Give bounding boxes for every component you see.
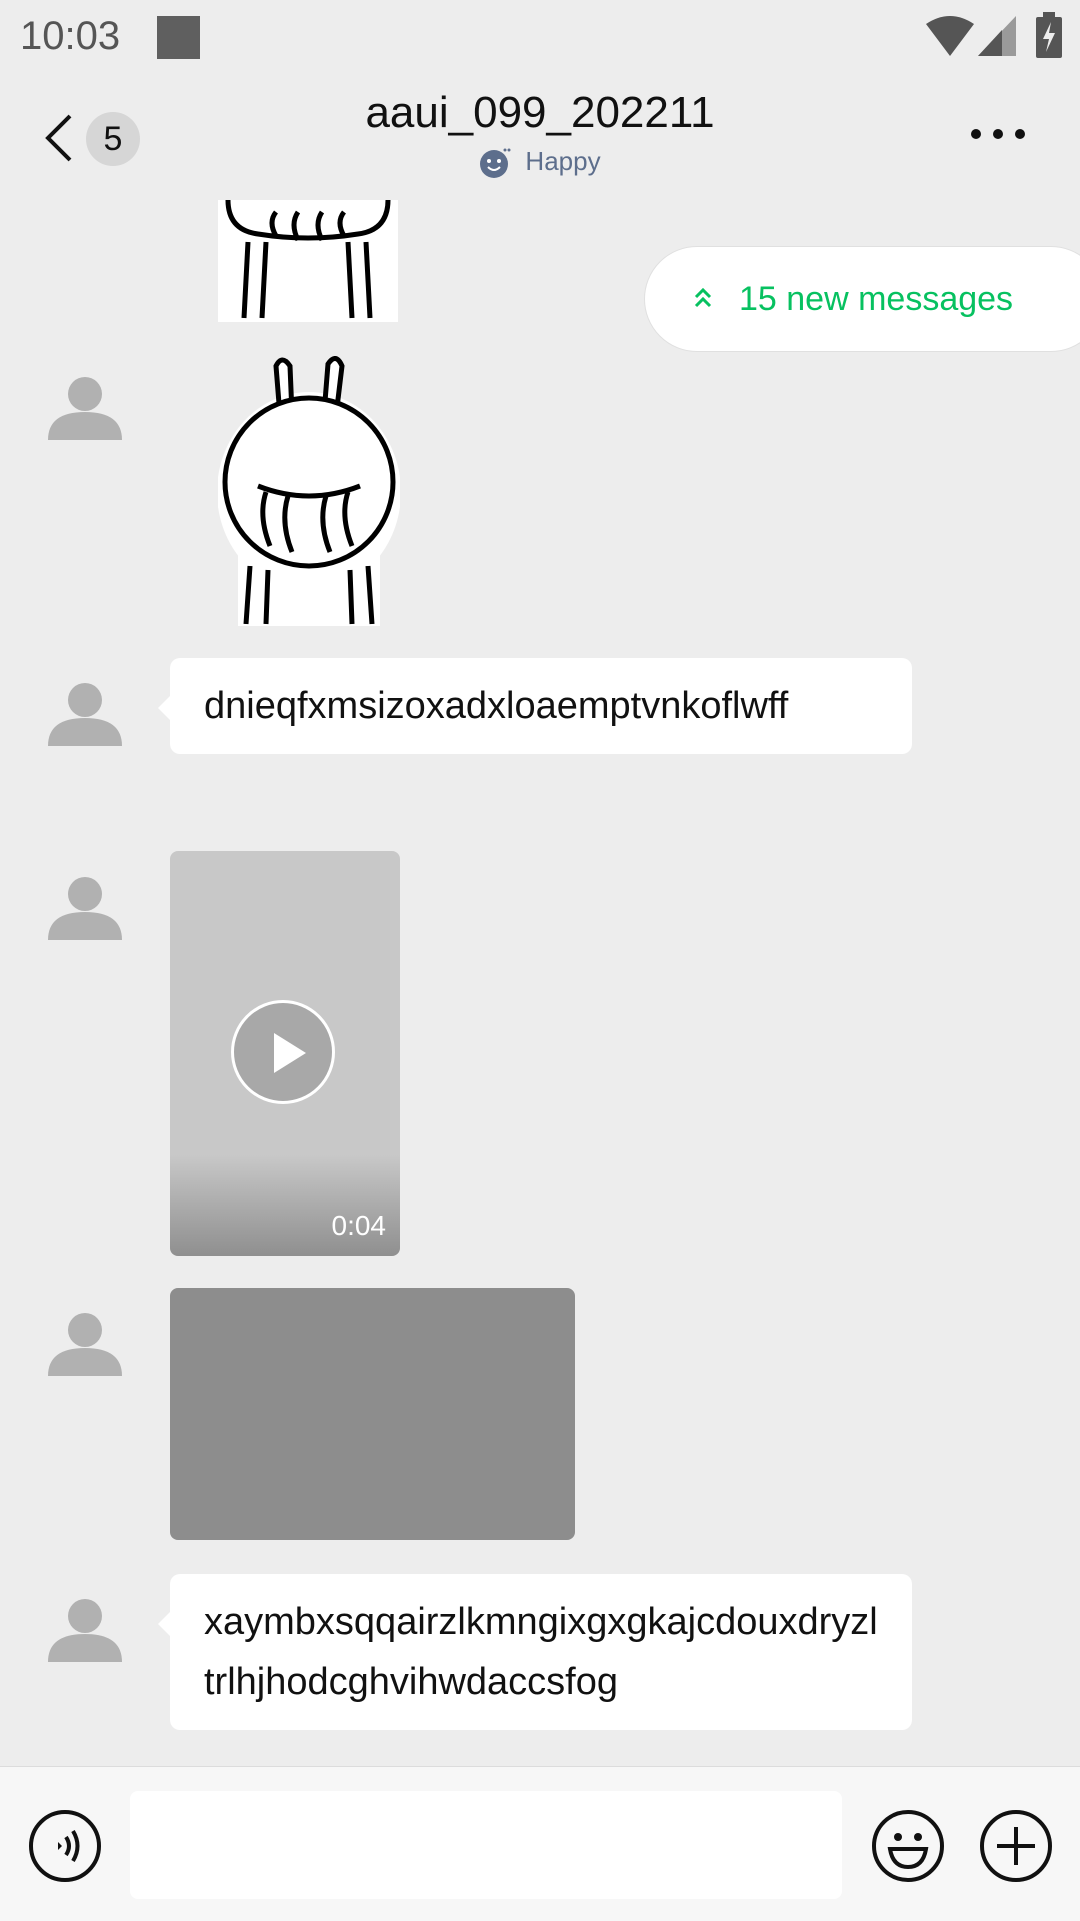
battery-icon — [1036, 12, 1062, 58]
text-message[interactable]: xaymbxsqqairzlkmngixgxgkajcdouxdryzltrlh… — [158, 1574, 912, 1730]
plus-icon[interactable] — [979, 1809, 1053, 1883]
happy-status-icon — [480, 148, 511, 179]
message-input[interactable] — [130, 1791, 842, 1899]
contact-status[interactable]: Happy — [0, 146, 1080, 179]
video-message[interactable]: 0:04 — [170, 851, 400, 1256]
text-message[interactable]: dnieqfxmsizoxadxloaemptvnkoflwff — [158, 658, 912, 754]
sticker-message[interactable] — [218, 356, 400, 626]
avatar[interactable] — [48, 374, 122, 440]
cell-signal-icon — [978, 16, 1016, 56]
status-bar: 10:03 — [0, 0, 1080, 78]
avatar[interactable] — [48, 1310, 122, 1376]
chat-header: 5 aaui_099_202211 Happy — [0, 78, 1080, 200]
avatar[interactable] — [48, 1596, 122, 1662]
avatar[interactable] — [48, 680, 122, 746]
avatar[interactable] — [48, 874, 122, 940]
notification-icon — [157, 16, 200, 59]
chat-messages[interactable]: dnieqfxmsizoxadxloaemptvnkoflwff 0:04 xa… — [0, 200, 1080, 1766]
emoji-icon[interactable] — [871, 1809, 945, 1883]
more-options-icon[interactable] — [968, 122, 1028, 146]
image-message[interactable] — [170, 1288, 575, 1540]
wifi-icon — [926, 16, 974, 56]
new-messages-button[interactable]: 15 new messages — [644, 246, 1080, 352]
new-messages-label: 15 new messages — [739, 280, 1014, 318]
chat-title: aaui_099_202211 — [365, 88, 715, 137]
status-time: 10:03 — [20, 14, 121, 58]
input-bar — [0, 1766, 1080, 1921]
status-label: Happy — [525, 146, 601, 176]
sticker-message[interactable] — [218, 200, 398, 322]
double-chevron-up-icon — [694, 287, 712, 308]
video-duration: 0:04 — [331, 1210, 387, 1241]
voice-input-icon[interactable] — [28, 1809, 102, 1883]
play-icon[interactable] — [231, 1000, 335, 1104]
